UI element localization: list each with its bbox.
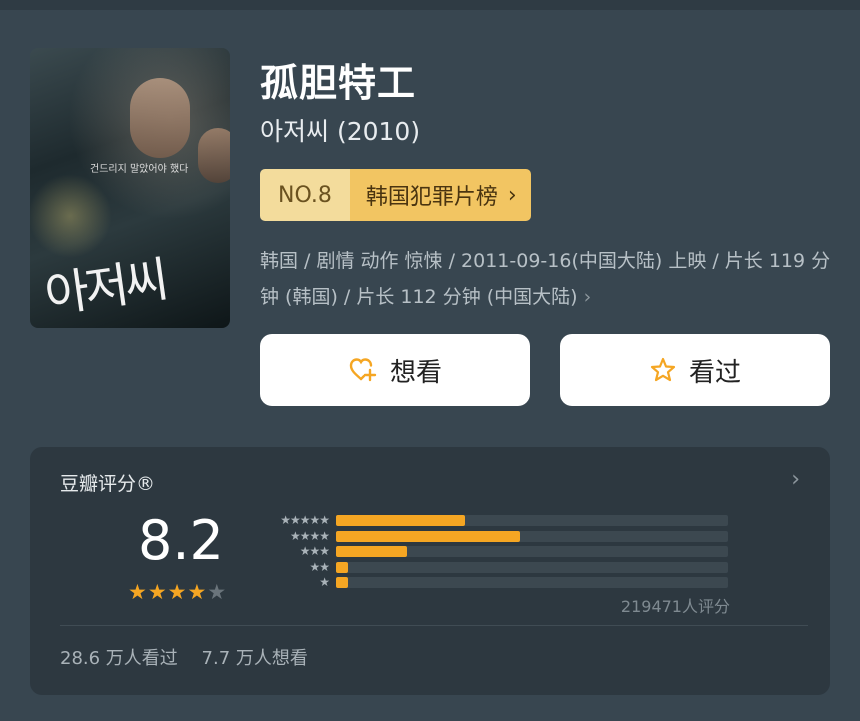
distribution-stars: ★★★★★ xyxy=(280,513,330,527)
distribution-bar-track xyxy=(336,530,728,542)
want-to-watch-button[interactable]: 想看 xyxy=(260,334,530,406)
movie-title: 孤胆特工 xyxy=(260,61,417,105)
watched-button[interactable]: 看过 xyxy=(560,334,830,406)
chevron-right-icon: › xyxy=(583,286,592,308)
distribution-bar-fill xyxy=(336,515,466,526)
movie-meta-text: 韩国 / 剧情 动作 惊悚 / 2011-09-16(中国大陆) 上映 / 片长… xyxy=(260,250,831,308)
distribution-bar-fill xyxy=(336,546,407,557)
poster-face-girl xyxy=(198,128,230,183)
star-icon: ★ xyxy=(187,580,208,604)
watched-label: 看过 xyxy=(688,357,741,388)
star-icon: ★ xyxy=(147,580,168,604)
poster-face-main xyxy=(130,78,190,158)
rank-category: 韩国犯罪片榜 › xyxy=(349,169,531,221)
distribution-bar-track xyxy=(336,561,728,573)
chevron-right-icon: › xyxy=(507,182,517,208)
distribution-bar-fill xyxy=(336,577,348,588)
distribution-bar-fill xyxy=(336,530,521,542)
rating-section-title: 豆瓣评分® xyxy=(60,473,156,495)
heart-plus-icon xyxy=(348,356,378,384)
top-bar xyxy=(0,0,860,10)
movie-poster[interactable]: 건드리지 말았어야 했다 아저씨 xyxy=(30,48,230,328)
distribution-bar-fill xyxy=(336,561,348,573)
star-icon: ★ xyxy=(207,580,228,604)
distribution-stars: ★★★★ xyxy=(289,528,330,543)
rank-badge[interactable]: NO.8 韩国犯罪片榜 › xyxy=(260,169,531,221)
want-to-watch-label: 想看 xyxy=(389,357,442,388)
rank-category-label: 韩国犯罪片榜 xyxy=(365,185,498,210)
wanted-count: 7.7 万人想看 xyxy=(201,648,308,669)
chevron-right-icon[interactable]: › xyxy=(791,467,800,492)
poster-tagline: 건드리지 말았어야 했다 xyxy=(90,164,189,175)
rating-stars: ★★★★★ xyxy=(128,580,227,604)
douban-rating-card[interactable]: 豆瓣评分® › 8.2 ★★★★★ ★★★★★ ★★★★ ★★★ ★★ ★ 219471… xyxy=(30,447,830,695)
distribution-stars: ★★ xyxy=(309,559,330,574)
distribution-stars: ★ xyxy=(319,575,330,589)
distribution-stars: ★★★ xyxy=(299,544,330,558)
star-icon: ★ xyxy=(167,580,188,604)
rating-voter-count: 219471人评分 xyxy=(620,597,730,616)
divider xyxy=(60,625,808,626)
watch-stats: 28.6 万人看过 7.7 万人想看 xyxy=(60,644,326,670)
movie-meta[interactable]: 韩国 / 剧情 动作 惊悚 / 2011-09-16(中国大陆) 上映 / 片长… xyxy=(260,243,835,315)
movie-original-title: 아저씨 (2010) xyxy=(260,117,421,146)
rank-number: NO.8 xyxy=(260,169,350,221)
star-outline-icon xyxy=(649,356,677,384)
distribution-bar-track xyxy=(336,546,728,557)
distribution-bar-track xyxy=(336,577,728,588)
rating-score: 8.2 xyxy=(138,509,224,572)
star-icon: ★ xyxy=(128,580,148,604)
watched-count: 28.6 万人看过 xyxy=(60,648,178,669)
distribution-bar-track xyxy=(336,515,728,526)
